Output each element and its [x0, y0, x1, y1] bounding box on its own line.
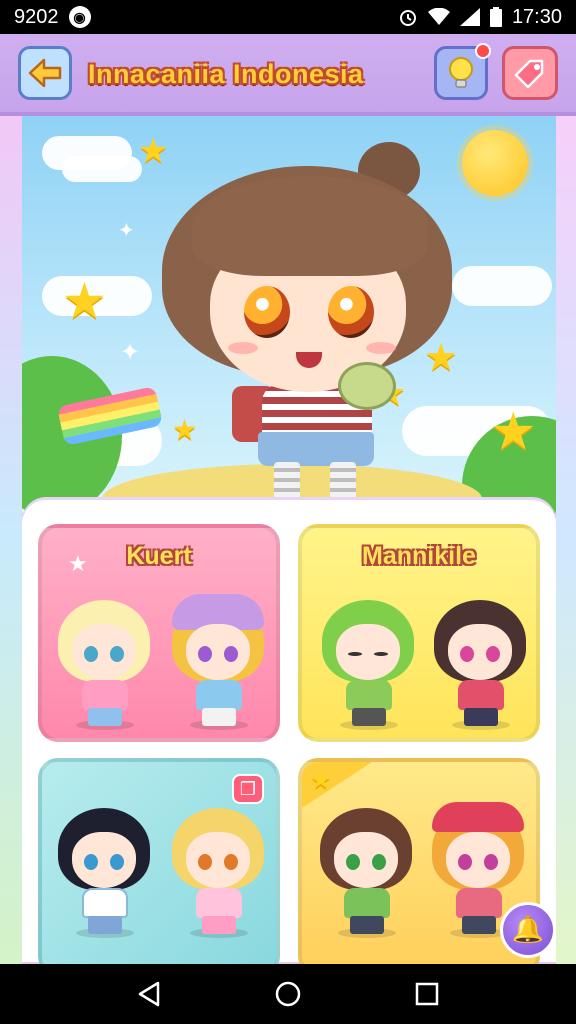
shop-button[interactable] — [502, 46, 558, 100]
nav-home-icon — [275, 981, 301, 1007]
star-icon: ★ — [310, 766, 332, 794]
app-title: Innacaniia Indonesia — [88, 58, 364, 89]
card-title: Kuert — [126, 542, 192, 570]
chibi-character — [170, 594, 266, 730]
chibi-character — [170, 802, 266, 938]
main-character — [162, 136, 462, 500]
nav-recents-button[interactable] — [407, 974, 447, 1014]
shop-tag-icon — [514, 59, 544, 89]
wifi-icon — [427, 8, 450, 25]
character-blush — [228, 342, 258, 354]
side-decoration-left — [0, 116, 22, 964]
chibi-character — [56, 802, 152, 938]
sparkle-icon: ✦ — [120, 338, 141, 366]
chibi-character — [320, 594, 416, 730]
character-card-3[interactable]: ❐ — [38, 758, 280, 976]
cloud — [62, 156, 142, 182]
battery-icon — [489, 7, 502, 27]
character-select-panel: ★ Kuert Mannikile ❐ ★ — [22, 500, 556, 976]
sun-icon — [462, 130, 528, 196]
card-title: Mannikile — [362, 542, 476, 570]
nav-recents-icon — [415, 982, 438, 1006]
status-bar: 9202 ◉ 17:30 — [0, 0, 576, 34]
app-notification-icon: ◉ — [68, 6, 91, 28]
alarm-icon — [399, 10, 416, 26]
system-nav-bar — [0, 964, 576, 1024]
bell-icon: 🔔 — [511, 915, 545, 945]
star-icon: ★ — [62, 272, 107, 330]
notification-dot — [475, 43, 491, 59]
chibi-character — [56, 594, 152, 730]
sparkle-icon: ✦ — [118, 218, 135, 242]
nav-back-button[interactable] — [129, 974, 169, 1014]
signal-icon — [459, 8, 480, 26]
star-icon: ★ — [490, 402, 537, 462]
character-card-2[interactable]: Mannikile — [298, 524, 540, 742]
nav-back-icon — [139, 981, 160, 1007]
hint-button[interactable] — [434, 43, 491, 100]
character-card-1[interactable]: ★ Kuert — [38, 524, 280, 742]
status-time-right: 17:30 — [511, 5, 562, 28]
character-leg — [330, 462, 356, 500]
character-skirt — [258, 432, 374, 466]
character-blush — [366, 342, 396, 354]
badge-icon: ❐ — [232, 774, 264, 804]
arrow-left-icon — [28, 58, 62, 88]
character-leg — [274, 462, 300, 500]
character-eye — [328, 286, 374, 338]
hero-scene: ★ ★ ★ ★ ★ ★ ✦ ✦ ✦ — [22, 116, 556, 516]
back-button[interactable] — [18, 46, 72, 100]
chibi-character — [318, 802, 414, 938]
character-fringe — [192, 176, 428, 276]
chibi-character — [432, 594, 528, 730]
character-eye — [244, 286, 290, 338]
fab-button[interactable]: 🔔 — [500, 902, 556, 958]
status-time-left: 9202 — [14, 5, 59, 28]
cloud — [452, 266, 552, 306]
side-decoration-right — [556, 116, 576, 964]
lightbulb-icon — [449, 57, 473, 88]
app-header: Innacaniia Indonesia — [0, 34, 576, 116]
nav-home-button[interactable] — [268, 974, 308, 1014]
character-plush-toy — [338, 362, 396, 410]
